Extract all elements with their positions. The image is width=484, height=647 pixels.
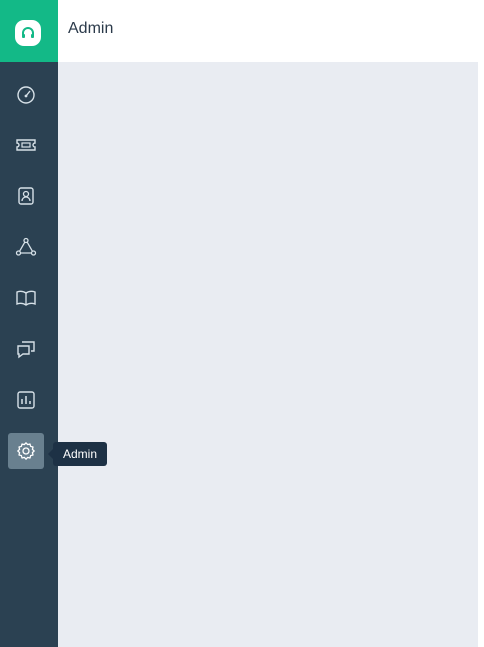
nav-admin[interactable] xyxy=(8,433,44,469)
contact-icon xyxy=(18,187,34,205)
nav-conversations[interactable] xyxy=(8,331,44,367)
main-content xyxy=(58,62,484,647)
app-logo[interactable] xyxy=(0,0,58,62)
tooltip-label: Admin xyxy=(62,447,97,461)
nav-reports[interactable] xyxy=(8,382,44,418)
nav-contacts[interactable] xyxy=(8,178,44,214)
nav-knowledge-base[interactable] xyxy=(8,280,44,316)
top-header: Admin xyxy=(58,0,484,62)
ticket-icon xyxy=(16,139,36,151)
page-title: Admin xyxy=(68,20,114,37)
network-icon xyxy=(15,237,37,256)
book-icon xyxy=(16,290,36,306)
logo-badge xyxy=(15,20,41,46)
nav-organizations[interactable] xyxy=(8,229,44,265)
scrollbar-gutter xyxy=(478,62,484,647)
gear-icon xyxy=(17,442,35,460)
sidebar xyxy=(0,0,58,647)
nav-dashboard[interactable] xyxy=(8,77,44,113)
dashboard-icon xyxy=(17,86,35,104)
nav-tickets[interactable] xyxy=(8,127,44,163)
headset-icon xyxy=(22,27,34,38)
chat-icon xyxy=(17,341,35,359)
report-icon xyxy=(17,391,35,409)
nav-tooltip: Admin xyxy=(48,442,107,466)
